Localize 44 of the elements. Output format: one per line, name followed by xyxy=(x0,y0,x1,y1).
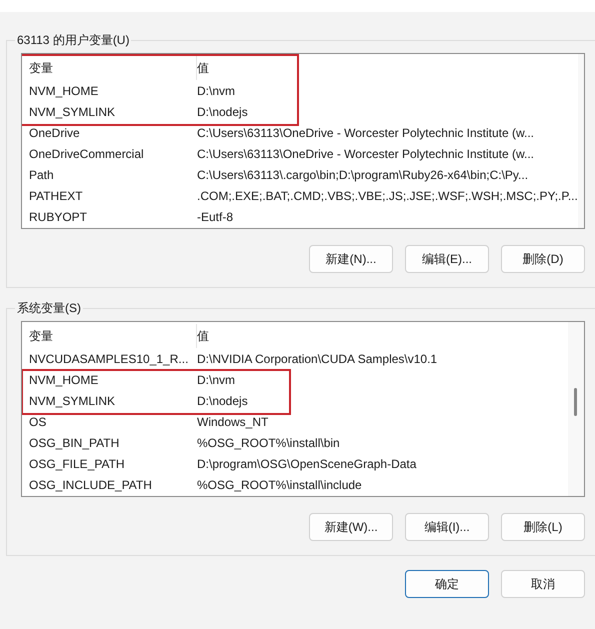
variable-value[interactable]: D:\nvm xyxy=(197,372,568,386)
variable-value[interactable]: C:\Users\63113\OneDrive - Worcester Polytechnic Institute (w... xyxy=(197,126,578,140)
variable-name[interactable]: OneDrive xyxy=(29,126,197,140)
variable-name[interactable]: NVM_HOME xyxy=(29,84,197,98)
action-button[interactable]: 新建(W)... xyxy=(309,513,393,541)
cancel-button[interactable]: 取消 xyxy=(501,570,585,598)
variable-name[interactable]: OSG_BIN_PATH xyxy=(29,436,197,450)
variable-value[interactable]: D:\nodejs xyxy=(197,394,568,408)
action-button[interactable]: 删除(D) xyxy=(501,245,585,273)
group-label: 63113 的用户变量(U) xyxy=(15,32,132,49)
variable-value[interactable]: D:\program\OSG\OpenSceneGraph-Data xyxy=(197,456,568,470)
scrollbar-thumb[interactable] xyxy=(574,388,577,416)
variable-value[interactable]: %OSG_ROOT%\install\bin xyxy=(197,436,568,450)
column-header[interactable]: 变量 xyxy=(29,56,197,80)
column-header[interactable]: 值 xyxy=(197,324,568,348)
variable-value[interactable]: Windows_NT xyxy=(197,414,568,428)
variable-name[interactable]: NVM_SYMLINK xyxy=(29,104,197,118)
variable-name[interactable]: OSG_INCLUDE_PATH xyxy=(29,478,197,492)
variable-name[interactable]: RUBYOPT xyxy=(29,210,197,224)
group-label: 系统变量(S) xyxy=(15,300,83,317)
variable-name[interactable]: OSG_FILE_PATH xyxy=(29,456,197,470)
column-header[interactable]: 值 xyxy=(197,56,578,80)
variable-value[interactable]: %OSG_ROOT%\install\include xyxy=(197,478,568,492)
ok-button[interactable]: 确定 xyxy=(405,570,489,598)
variable-value[interactable]: C:\Users\63113\OneDrive - Worcester Polytechnic Institute (w... xyxy=(197,146,578,160)
variable-name[interactable]: NVM_HOME xyxy=(29,372,197,386)
variable-name[interactable]: OneDriveCommercial xyxy=(29,146,197,160)
variable-name[interactable]: NVCUDASAMPLES10_1_R... xyxy=(29,352,197,366)
variable-value[interactable]: -Eutf-8 xyxy=(197,210,578,224)
variable-value[interactable]: C:\Users\63113\.cargo\bin;D:\program\Ruby26-x64\bin;C:\Py... xyxy=(197,168,578,182)
variable-value[interactable]: D:\nodejs xyxy=(197,104,578,118)
variable-name[interactable]: PATHEXT xyxy=(29,188,197,202)
variable-value[interactable]: D:\NVIDIA Corporation\CUDA Samples\v10.1 xyxy=(197,352,568,366)
action-button[interactable]: 删除(L) xyxy=(501,513,585,541)
variable-value[interactable]: D:\nvm xyxy=(197,84,578,98)
action-button[interactable]: 新建(N)... xyxy=(309,245,393,273)
variable-name[interactable]: Path xyxy=(29,168,197,182)
column-header[interactable]: 变量 xyxy=(29,324,197,348)
variable-value[interactable]: .COM;.EXE;.BAT;.CMD;.VBS;.VBE;.JS;.JSE;.WSF;.WSH;.MSC;.PY;.P... xyxy=(197,188,578,202)
action-button[interactable]: 编辑(I)... xyxy=(405,513,489,541)
variable-name[interactable]: OS xyxy=(29,414,197,428)
action-button[interactable]: 编辑(E)... xyxy=(405,245,489,273)
variable-name[interactable]: NVM_SYMLINK xyxy=(29,394,197,408)
scrollbar[interactable] xyxy=(568,322,584,496)
